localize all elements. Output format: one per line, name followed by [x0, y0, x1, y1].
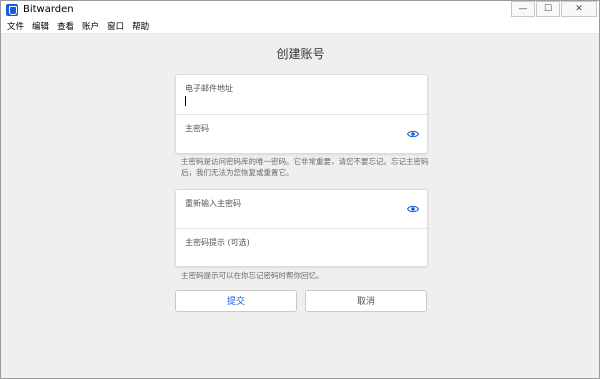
page-title: 创建账号 [276, 47, 325, 61]
retype-password-label: 重新输入主密码 [185, 199, 241, 208]
menu-file[interactable]: 文件 [7, 20, 24, 32]
menu-bar: 文件 编辑 查看 账户 窗口 帮助 [1, 19, 599, 34]
bitwarden-logo-icon [6, 4, 18, 16]
main-content: 创建账号 电子邮件地址 主密码 主密码是访问密码库的唯一密码。它非常重要，请您不… [2, 35, 599, 378]
cancel-button[interactable]: 取消 [305, 290, 427, 312]
retype-password-input[interactable] [185, 209, 395, 221]
minimize-button[interactable]: — [511, 1, 535, 17]
email-input[interactable] [185, 94, 395, 106]
title-bar: Bitwarden — ☐ ✕ [1, 1, 599, 19]
password-confirm-card: 重新输入主密码 主密码提示 (可选) [175, 189, 429, 268]
submit-button[interactable]: 提交 [175, 290, 297, 312]
maximize-button[interactable]: ☐ [536, 1, 560, 17]
close-button[interactable]: ✕ [561, 1, 597, 17]
password-hint-label: 主密码提示 (可选) [185, 238, 250, 247]
window-title: Bitwarden [23, 4, 74, 15]
email-field[interactable]: 电子邮件地址 [176, 75, 429, 115]
retype-password-field[interactable]: 重新输入主密码 [176, 190, 429, 229]
eye-icon[interactable] [407, 205, 419, 213]
password-hint-field[interactable]: 主密码提示 (可选) [176, 229, 429, 268]
window-controls: — ☐ ✕ [510, 1, 597, 17]
eye-icon[interactable] [407, 130, 419, 138]
master-password-help-text: 主密码是访问密码库的唯一密码。它非常重要，请您不要忘记。忘记主密码后，我们无法为… [181, 157, 429, 177]
menu-account[interactable]: 账户 [82, 20, 99, 32]
password-hint-input[interactable] [185, 248, 395, 260]
app-window: Bitwarden — ☐ ✕ 文件 编辑 查看 账户 窗口 帮助 创建账号 电… [0, 0, 600, 379]
master-password-field[interactable]: 主密码 [176, 115, 429, 155]
menu-window[interactable]: 窗口 [107, 20, 124, 32]
menu-view[interactable]: 查看 [57, 20, 74, 32]
master-password-input[interactable] [185, 134, 395, 146]
menu-edit[interactable]: 编辑 [32, 20, 49, 32]
master-password-label: 主密码 [185, 124, 209, 133]
email-label: 电子邮件地址 [185, 84, 233, 93]
password-hint-help-text: 主密码提示可以在你忘记密码时帮你回忆。 [181, 271, 324, 280]
menu-help[interactable]: 帮助 [132, 20, 149, 32]
account-credentials-card: 电子邮件地址 主密码 [175, 74, 429, 155]
